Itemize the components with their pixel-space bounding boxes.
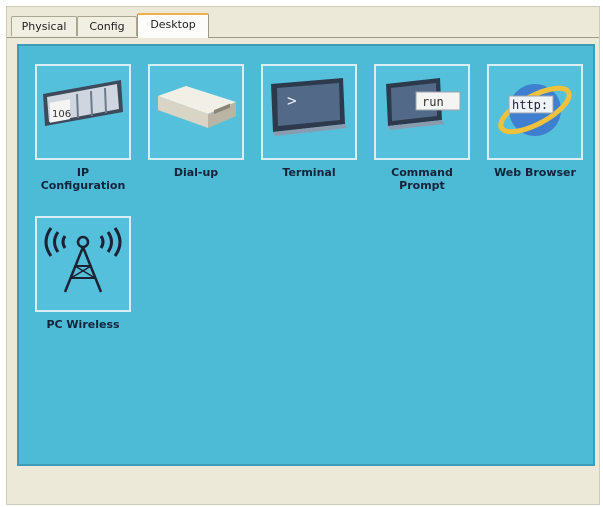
web-browser-icon[interactable]: http:: [487, 64, 583, 160]
app-dial-up[interactable]: Dial-up: [145, 64, 247, 179]
terminal-prompt-text: >: [287, 91, 297, 110]
command-prompt-icon[interactable]: run: [374, 64, 470, 160]
app-label: Dial-up: [173, 166, 219, 179]
app-terminal[interactable]: > Terminal: [258, 64, 360, 179]
pc-window: Physical Config Desktop 106 IP Configura…: [6, 6, 600, 505]
app-label: Command Prompt: [391, 166, 453, 192]
terminal-icon[interactable]: >: [261, 64, 357, 160]
wireless-tower-icon[interactable]: [35, 216, 131, 312]
app-label: IP Configuration: [40, 166, 126, 192]
ip-icon-text: 106: [52, 109, 71, 120]
tab-bar: Physical Config Desktop: [7, 13, 599, 38]
app-ip-configuration[interactable]: 106 IP Configuration: [32, 64, 134, 192]
app-label: Web Browser: [494, 166, 576, 179]
ip-configuration-icon[interactable]: 106: [35, 64, 131, 160]
tab-physical[interactable]: Physical: [11, 16, 77, 36]
tab-config[interactable]: Config: [77, 16, 137, 36]
app-label: PC Wireless: [46, 318, 120, 331]
app-web-browser[interactable]: http: Web Browser: [484, 64, 586, 179]
desktop-panel: 106 IP Configuration Dial-up > Terminal …: [17, 44, 595, 466]
app-command-prompt[interactable]: run Command Prompt: [371, 64, 473, 192]
app-pc-wireless[interactable]: PC Wireless: [32, 216, 134, 331]
tab-desktop[interactable]: Desktop: [137, 13, 209, 38]
http-text: http:: [512, 98, 548, 112]
run-box-text: run: [422, 95, 444, 109]
dialup-modem-icon[interactable]: [148, 64, 244, 160]
app-label: Terminal: [282, 166, 336, 179]
